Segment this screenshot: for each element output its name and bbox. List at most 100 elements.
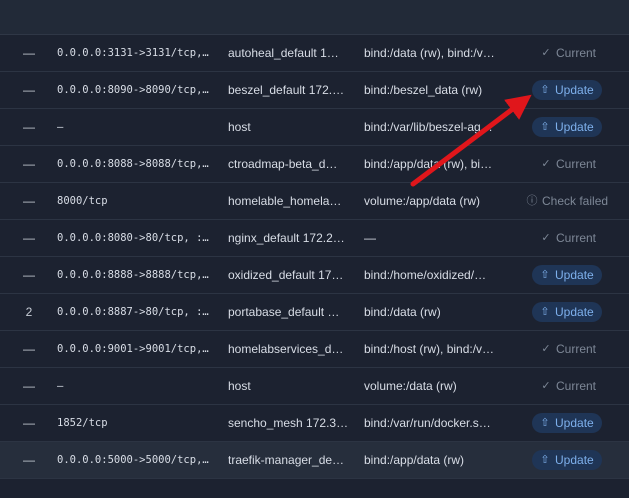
status-cell: ✓ Current xyxy=(510,35,629,71)
network-cell: beszel_default 172.… xyxy=(228,83,345,97)
ports-cell: 0.0.0.0:8887->80/tcp, :… xyxy=(57,306,209,318)
network-cell: ctroadmap-beta_d… xyxy=(228,157,338,171)
update-button[interactable]: ⇧ Update xyxy=(532,80,602,100)
status-label: Update xyxy=(555,83,594,97)
volumes-cell: bind:/var/lib/beszel-ag… xyxy=(364,120,493,134)
status-current: ✓ Current xyxy=(540,43,596,63)
containers-table: — 0.0.0.0:3131->3131/tcp,… autoheal_defa… xyxy=(0,35,629,479)
check-icon: ✓ xyxy=(541,158,551,170)
update-button[interactable]: ⇧ Update xyxy=(532,265,602,285)
status-label: Update xyxy=(555,453,594,467)
upload-icon: ⇧ xyxy=(540,417,550,429)
check-icon: ✓ xyxy=(541,47,551,59)
count-cell: — xyxy=(23,416,35,430)
count-cell: — xyxy=(23,46,35,60)
network-cell: host xyxy=(228,120,251,134)
network-cell: host xyxy=(228,379,251,393)
status-label: Current xyxy=(556,231,597,245)
status-label: Update xyxy=(555,416,594,430)
status-current: ✓ Current xyxy=(540,376,596,396)
count-cell: — xyxy=(23,342,35,356)
status-label: Current xyxy=(556,46,597,60)
status-label: Update xyxy=(555,120,594,134)
status-label: Current xyxy=(556,157,597,171)
ports-cell: – xyxy=(57,380,64,392)
volumes-cell: bind:/host (rw), bind:/v… xyxy=(364,342,495,356)
status-cell: ⇧ Update xyxy=(510,109,629,145)
status-cell: ⇧ Update xyxy=(510,405,629,441)
status-cell: ⇧ Update xyxy=(510,442,629,478)
status-cell: ⇧ Update xyxy=(510,257,629,293)
ports-cell: 0.0.0.0:8888->8888/tcp,… xyxy=(57,269,209,281)
status-current: ✓ Current xyxy=(540,154,596,174)
volumes-cell: — xyxy=(364,231,376,245)
ports-cell: 0.0.0.0:5000->5000/tcp,… xyxy=(57,454,209,466)
volumes-cell: volume:/data (rw) xyxy=(364,379,457,393)
status-cell: ⇧ Update xyxy=(510,72,629,108)
network-cell: autoheal_default 1… xyxy=(228,46,339,60)
network-cell: homelable_homela… xyxy=(228,194,342,208)
status-cell: ✓ Current xyxy=(510,146,629,182)
upload-icon: ⇧ xyxy=(540,454,550,466)
ports-cell: 0.0.0.0:3131->3131/tcp,… xyxy=(57,47,209,59)
table-row: 2 0.0.0.0:8887->80/tcp, :… portabase_def… xyxy=(0,294,629,331)
update-button[interactable]: ⇧ Update xyxy=(532,413,602,433)
ports-cell: 0.0.0.0:8090->8090/tcp,… xyxy=(57,84,209,96)
upload-icon: ⇧ xyxy=(540,121,550,133)
status-cell: ✓ Current xyxy=(510,368,629,404)
count-cell: — xyxy=(23,379,35,393)
volumes-cell: bind:/app/data (rw), bi… xyxy=(364,157,493,171)
table-row: — 0.0.0.0:3131->3131/tcp,… autoheal_defa… xyxy=(0,35,629,72)
check-icon: ✓ xyxy=(541,380,551,392)
network-cell: portabase_default … xyxy=(228,305,340,319)
count-cell: — xyxy=(23,268,35,282)
check-icon: ✓ xyxy=(541,343,551,355)
volumes-cell: bind:/app/data (rw) xyxy=(364,453,465,467)
table-row: — 8000/tcp homelable_homela… volume:/app… xyxy=(0,183,629,220)
count-cell: — xyxy=(23,83,35,97)
status-label: Update xyxy=(555,268,594,282)
status-cell: ✓ Current xyxy=(510,220,629,256)
ports-cell: 0.0.0.0:8080->80/tcp, :… xyxy=(57,232,209,244)
upload-icon: ⇧ xyxy=(540,269,550,281)
ports-cell: 1852/tcp xyxy=(57,417,108,429)
network-cell: sencho_mesh 172.3… xyxy=(228,416,349,430)
network-cell: traefik-manager_de… xyxy=(228,453,345,467)
volumes-cell: bind:/home/oxidized/… xyxy=(364,268,487,282)
status-current: ✓ Current xyxy=(540,228,596,248)
volumes-cell: bind:/var/run/docker.s… xyxy=(364,416,491,430)
table-row: — 0.0.0.0:8088->8088/tcp,… ctroadmap-bet… xyxy=(0,146,629,183)
table-row: — 0.0.0.0:5000->5000/tcp,… traefik-manag… xyxy=(0,442,629,479)
status-current: ✓ Current xyxy=(540,339,596,359)
upload-icon: ⇧ xyxy=(540,306,550,318)
count-cell: — xyxy=(23,120,35,134)
volumes-cell: volume:/app/data (rw) xyxy=(364,194,481,208)
count-cell: — xyxy=(23,231,35,245)
update-button[interactable]: ⇧ Update xyxy=(532,450,602,470)
count-cell: — xyxy=(23,453,35,467)
count-cell: — xyxy=(23,194,35,208)
status-label: Check failed xyxy=(542,194,609,208)
table-row: — – host bind:/var/lib/beszel-ag… ⇧ Updat… xyxy=(0,109,629,146)
table-row: — 0.0.0.0:8090->8090/tcp,… beszel_defaul… xyxy=(0,72,629,109)
status-cell: ⓘ Check failed xyxy=(510,183,629,219)
ports-cell: 8000/tcp xyxy=(57,195,108,207)
network-cell: nginx_default 172.2… xyxy=(228,231,345,245)
upload-icon: ⇧ xyxy=(540,84,550,96)
info-circle-icon: ⓘ xyxy=(526,195,538,207)
table-row: — 0.0.0.0:9001->9001/tcp,… homelabservic… xyxy=(0,331,629,368)
count-cell: 2 xyxy=(25,305,33,319)
status-cell: ⇧ Update xyxy=(510,294,629,330)
network-cell: homelabservices_d… xyxy=(228,342,344,356)
ports-cell: 0.0.0.0:8088->8088/tcp,… xyxy=(57,158,209,170)
status-cell: ✓ Current xyxy=(510,331,629,367)
status-label: Update xyxy=(555,305,594,319)
count-cell: — xyxy=(23,157,35,171)
table-row: — 1852/tcp sencho_mesh 172.3… bind:/var/… xyxy=(0,405,629,442)
volumes-cell: bind:/data (rw), bind:/v… xyxy=(364,46,495,60)
table-row: — – host volume:/data (rw) ✓ Current xyxy=(0,368,629,405)
update-button[interactable]: ⇧ Update xyxy=(532,117,602,137)
table-row: — 0.0.0.0:8080->80/tcp, :… nginx_default… xyxy=(0,220,629,257)
table-row: — 0.0.0.0:8888->8888/tcp,… oxidized_defa… xyxy=(0,257,629,294)
update-button[interactable]: ⇧ Update xyxy=(532,302,602,322)
